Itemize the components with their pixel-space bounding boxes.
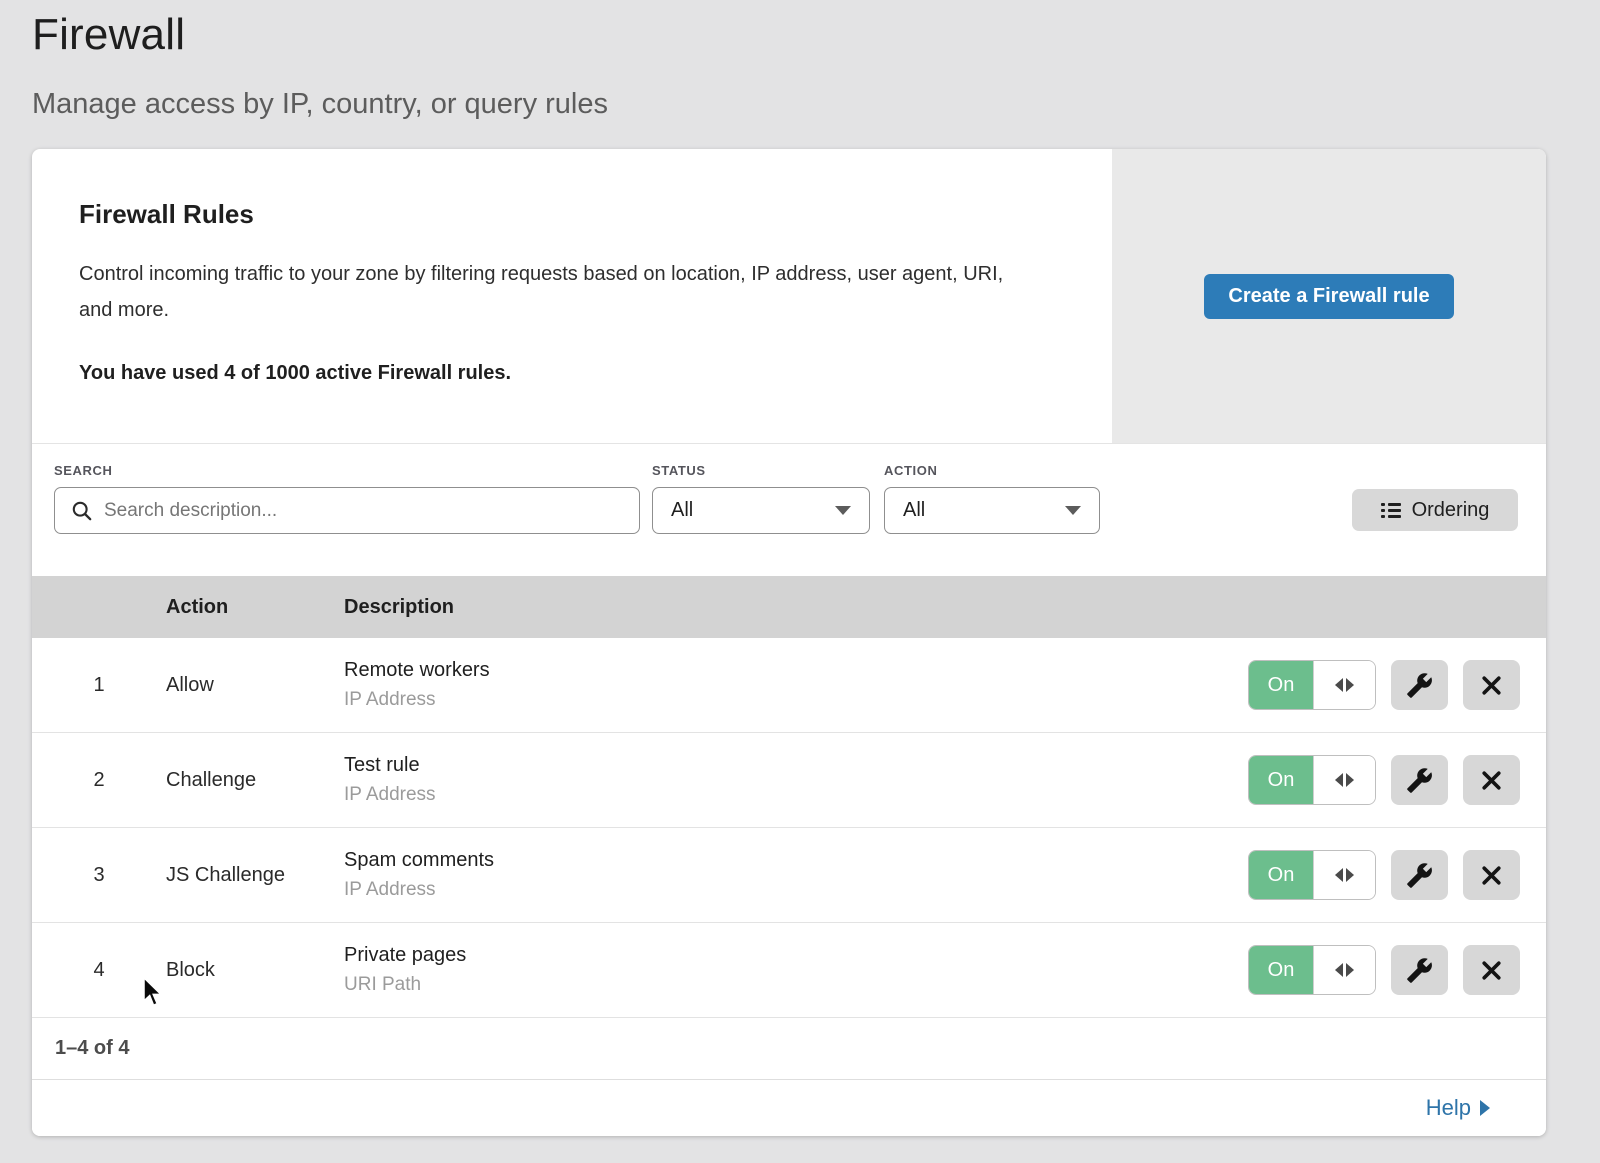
status-selected-value: All	[671, 499, 693, 522]
toggle-arrows-icon	[1313, 661, 1375, 709]
action-selected-value: All	[903, 499, 925, 522]
rule-action: Block	[166, 959, 344, 982]
wrench-icon	[1406, 672, 1433, 699]
table-row: 2 Challenge Test rule IP Address On	[32, 733, 1546, 828]
table-row: 3 JS Challenge Spam comments IP Address …	[32, 828, 1546, 923]
column-header-action: Action	[166, 596, 344, 619]
rules-intro-text: Firewall Rules Control incoming traffic …	[32, 149, 1112, 443]
close-icon	[1480, 864, 1503, 887]
help-arrow-icon	[1480, 1100, 1490, 1116]
page-title: Firewall	[32, 10, 1546, 60]
toggle-on-label: On	[1249, 946, 1313, 994]
rule-priority: 4	[32, 959, 166, 982]
rule-enabled-toggle[interactable]: On	[1248, 755, 1376, 805]
toggle-arrows-icon	[1313, 756, 1375, 804]
wrench-icon	[1406, 862, 1433, 889]
create-rule-panel: Create a Firewall rule	[1112, 149, 1546, 443]
rule-description: Spam comments	[344, 849, 1248, 872]
rule-description: Test rule	[344, 754, 1248, 777]
create-firewall-rule-button[interactable]: Create a Firewall rule	[1204, 274, 1453, 319]
ordering-button-label: Ordering	[1412, 499, 1490, 522]
help-row: Help	[32, 1079, 1546, 1136]
rule-description: Remote workers	[344, 659, 1248, 682]
page-subtitle: Manage access by IP, country, or query r…	[32, 88, 1546, 121]
dropdown-caret-icon	[835, 506, 851, 515]
close-icon	[1480, 959, 1503, 982]
pagination-summary: 1–4 of 4	[55, 1037, 129, 1060]
rule-match-type: IP Address	[344, 689, 1248, 711]
action-filter-group: ACTION All	[884, 463, 1100, 534]
help-link[interactable]: Help	[1426, 1095, 1490, 1121]
search-icon	[71, 500, 93, 522]
rule-priority: 3	[32, 864, 166, 887]
table-row: 1 Allow Remote workers IP Address On	[32, 638, 1546, 733]
edit-rule-button[interactable]	[1391, 755, 1448, 805]
rule-description: Private pages	[344, 944, 1248, 967]
wrench-icon	[1406, 767, 1433, 794]
firewall-rules-card: Firewall Rules Control incoming traffic …	[32, 149, 1546, 1136]
rule-priority: 2	[32, 769, 166, 792]
search-filter-group: SEARCH	[54, 463, 640, 534]
rule-action: Allow	[166, 674, 344, 697]
toggle-on-label: On	[1249, 851, 1313, 899]
wrench-icon	[1406, 957, 1433, 984]
action-label: ACTION	[884, 463, 1100, 478]
status-label: STATUS	[652, 463, 870, 478]
close-icon	[1480, 674, 1503, 697]
rule-enabled-toggle[interactable]: On	[1248, 660, 1376, 710]
edit-rule-button[interactable]	[1391, 945, 1448, 995]
ordering-button[interactable]: Ordering	[1352, 489, 1518, 531]
search-label: SEARCH	[54, 463, 640, 478]
rule-priority: 1	[32, 674, 166, 697]
edit-rule-button[interactable]	[1391, 660, 1448, 710]
edit-rule-button[interactable]	[1391, 850, 1448, 900]
help-link-label: Help	[1426, 1095, 1471, 1121]
rule-match-type: IP Address	[344, 784, 1248, 806]
table-header: Action Description	[32, 576, 1546, 638]
delete-rule-button[interactable]	[1463, 660, 1520, 710]
dropdown-caret-icon	[1065, 506, 1081, 515]
close-icon	[1480, 769, 1503, 792]
rules-usage-count: You have used 4 of 1000 active Firewall …	[79, 362, 1052, 385]
delete-rule-button[interactable]	[1463, 850, 1520, 900]
search-box	[54, 487, 640, 534]
rules-description: Control incoming traffic to your zone by…	[79, 256, 1039, 328]
table-row: 4 Block Private pages URI Path On	[32, 923, 1546, 1018]
status-select[interactable]: All	[652, 487, 870, 534]
column-header-description: Description	[344, 596, 1546, 619]
filter-bar: SEARCH STATUS All	[32, 444, 1546, 576]
rule-match-type: IP Address	[344, 879, 1248, 901]
toggle-on-label: On	[1249, 756, 1313, 804]
toggle-arrows-icon	[1313, 851, 1375, 899]
ordering-list-icon	[1381, 503, 1401, 518]
firewall-page: Firewall Manage access by IP, country, o…	[0, 0, 1600, 1136]
rules-heading: Firewall Rules	[79, 199, 1052, 230]
rule-match-type: URI Path	[344, 974, 1248, 996]
delete-rule-button[interactable]	[1463, 945, 1520, 995]
table-footer: 1–4 of 4	[32, 1018, 1546, 1079]
rule-enabled-toggle[interactable]: On	[1248, 850, 1376, 900]
rules-intro-section: Firewall Rules Control incoming traffic …	[32, 149, 1546, 444]
search-input[interactable]	[104, 500, 623, 522]
status-filter-group: STATUS All	[652, 463, 870, 534]
toggle-arrows-icon	[1313, 946, 1375, 994]
delete-rule-button[interactable]	[1463, 755, 1520, 805]
rule-action: Challenge	[166, 769, 344, 792]
rule-action: JS Challenge	[166, 864, 344, 887]
action-select[interactable]: All	[884, 487, 1100, 534]
toggle-on-label: On	[1249, 661, 1313, 709]
rule-enabled-toggle[interactable]: On	[1248, 945, 1376, 995]
